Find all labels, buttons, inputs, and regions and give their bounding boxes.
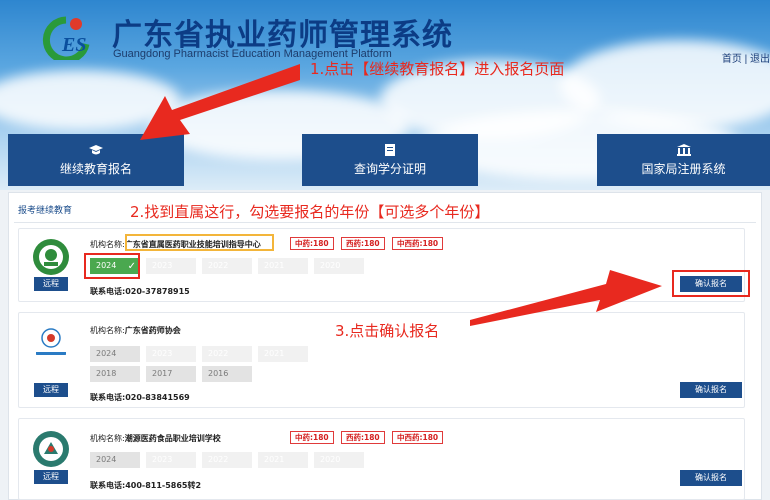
divider — [14, 222, 756, 223]
org-name-label: 机构名称:广东省药师协会 — [90, 326, 181, 335]
nav-label: 国家局注册系统 — [641, 161, 726, 176]
top-links[interactable]: 首页 | 退出 — [722, 50, 770, 65]
highlight-box — [84, 253, 140, 279]
credit-tag: 西药:180 — [341, 237, 385, 250]
credit-tag: 西药:180 — [341, 431, 385, 444]
year-checkbox[interactable]: 2018 — [90, 366, 140, 382]
nav-credit-certificate[interactable]: 查询学分证明 — [302, 134, 478, 186]
org-name: 潮源医药食品职业培训学校 — [124, 434, 221, 443]
remote-badge: 远程 — [34, 277, 68, 291]
year-checkbox[interactable]: 2021 — [258, 452, 308, 468]
year-checkbox[interactable]: 2022 — [202, 258, 252, 274]
logo-text: ES — [62, 34, 87, 56]
year-checkbox[interactable]: 2017 — [146, 366, 196, 382]
document-icon — [385, 143, 395, 156]
year-checkbox[interactable]: 2022 — [202, 452, 252, 468]
year-checkbox[interactable]: 2021 — [258, 346, 308, 362]
annotation-step-2: 2.找到直属这行，勾选要报名的年份【可选多个年份】 — [130, 203, 490, 221]
org-logo-icon — [33, 431, 69, 467]
year-checkbox[interactable]: 2022 — [202, 346, 252, 362]
org-name-label: 机构名称:潮源医药食品职业培训学校 — [90, 434, 221, 443]
year-checkbox[interactable]: 2021 — [258, 258, 308, 274]
year-checkbox[interactable]: 2023 — [146, 258, 196, 274]
credit-tag: 中药:180 — [290, 237, 334, 250]
nav-national-registration[interactable]: 国家局注册系统 — [597, 134, 770, 186]
highlight-box — [125, 234, 274, 251]
nav-highlight — [8, 134, 184, 186]
phone-number: 联系电话:020-37878915 — [90, 287, 190, 296]
nav-label: 查询学分证明 — [353, 161, 426, 176]
breadcrumb: 报考继续教育 — [18, 206, 73, 216]
phone-number: 联系电话:020-83841569 — [90, 393, 190, 402]
year-checkbox[interactable]: 2020 — [314, 452, 364, 468]
highlight-box — [672, 270, 750, 297]
credit-tag: 中西药:180 — [392, 431, 444, 444]
year-checkbox[interactable]: 2023 — [146, 346, 196, 362]
confirm-signup-button[interactable]: 确认报名 — [680, 470, 742, 486]
annotation-step-3: 3.点击确认报名 — [335, 322, 440, 340]
year-checkbox[interactable]: 2024 — [90, 452, 140, 468]
credit-tag: 中药:180 — [290, 431, 334, 444]
year-checkbox[interactable]: 2023 — [146, 452, 196, 468]
org-logo-icon — [36, 328, 66, 355]
org-name: 广东省药师协会 — [124, 326, 181, 335]
phone-number: 联系电话:400-811-5865转2 — [90, 481, 202, 490]
year-checkbox[interactable]: 2020 — [314, 258, 364, 274]
org-logo-icon — [33, 239, 69, 275]
building-icon — [676, 143, 691, 156]
remote-badge: 远程 — [34, 470, 68, 484]
remote-badge: 远程 — [34, 383, 68, 397]
credit-tag: 中西药:180 — [392, 237, 444, 250]
confirm-signup-button[interactable]: 确认报名 — [680, 382, 742, 398]
year-checkbox[interactable]: 2016 — [202, 366, 252, 382]
year-checkbox[interactable]: 2024 — [90, 346, 140, 362]
annotation-step-1: 1.点击【继续教育报名】进入报名页面 — [310, 60, 565, 78]
